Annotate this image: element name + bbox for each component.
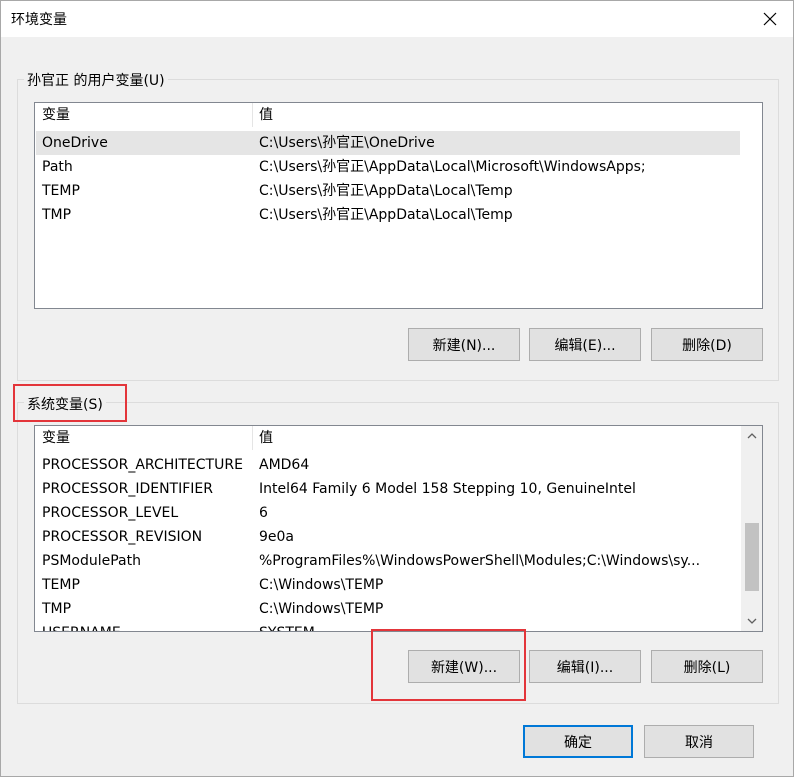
system-row-value: C:\Windows\TEMP: [259, 577, 384, 593]
user-list-header: 变量 值: [35, 103, 762, 127]
system-row[interactable]: TEMP C:\Windows\TEMP: [36, 573, 740, 597]
user-variables-label: 孙官正 的用户变量(U): [24, 70, 168, 90]
system-row-value: 6: [259, 505, 268, 521]
system-row-value: %ProgramFiles%\WindowsPowerShell\Modules…: [259, 553, 701, 569]
system-list-header: 变量 值: [35, 426, 762, 450]
system-row[interactable]: PSModulePath %ProgramFiles%\WindowsPower…: [36, 549, 740, 573]
system-row-name: PROCESSOR_ARCHITECTURE: [42, 457, 243, 473]
scroll-up-button[interactable]: [742, 426, 762, 446]
system-variables-label: 系统变量(S): [24, 394, 106, 414]
user-row[interactable]: TEMP C:\Users\孙官正\AppData\Local\Temp: [36, 179, 740, 203]
user-row[interactable]: Path C:\Users\孙官正\AppData\Local\Microsof…: [36, 155, 740, 179]
user-row-name: TMP: [42, 207, 72, 223]
system-row-value: C:\Windows\TEMP: [259, 601, 384, 617]
user-row[interactable]: OneDrive C:\Users\孙官正\OneDrive: [36, 131, 740, 155]
user-row-name: TEMP: [42, 183, 80, 199]
ok-button[interactable]: 确定: [523, 725, 633, 758]
system-edit-button[interactable]: 编辑(I)...: [529, 650, 641, 683]
system-row[interactable]: PROCESSOR_REVISION 9e0a: [36, 525, 740, 549]
system-list-scrollbar[interactable]: [741, 426, 762, 631]
user-row-value: C:\Users\孙官正\AppData\Local\Microsoft\Win…: [259, 159, 646, 175]
system-delete-button[interactable]: 删除(L): [651, 650, 763, 683]
system-row-value: 9e0a: [259, 529, 295, 545]
title-bar: 环境变量: [1, 1, 793, 37]
scrollbar-thumb[interactable]: [745, 523, 759, 591]
system-column-variable[interactable]: 变量: [36, 426, 70, 450]
user-variables-list[interactable]: 变量 值 OneDrive C:\Users\孙官正\OneDrive Path…: [34, 102, 763, 309]
system-row-value: AMD64: [259, 457, 310, 473]
user-delete-button[interactable]: 删除(D): [651, 328, 763, 361]
system-row-name: PROCESSOR_IDENTIFIER: [42, 481, 213, 497]
system-row-value: Intel64 Family 6 Model 158 Stepping 10, …: [259, 481, 636, 497]
close-button[interactable]: [747, 1, 793, 37]
user-row-value: C:\Users\孙官正\OneDrive: [259, 135, 435, 151]
chevron-up-icon: [747, 433, 757, 439]
system-row-name: PROCESSOR_REVISION: [42, 529, 203, 545]
system-row-value: SYSTEM: [259, 621, 315, 631]
system-row[interactable]: PROCESSOR_LEVEL 6: [36, 501, 740, 525]
environment-variables-dialog: 环境变量 孙官正 的用户变量(U) 变量 值 OneDrive C:\Users…: [0, 0, 794, 777]
system-row-name: TMP: [42, 601, 72, 617]
user-new-button[interactable]: 新建(N)...: [408, 328, 520, 361]
scroll-down-button[interactable]: [742, 611, 762, 631]
system-row-name: PSModulePath: [42, 553, 141, 569]
user-row-value: C:\Users\孙官正\AppData\Local\Temp: [259, 183, 513, 199]
user-edit-button[interactable]: 编辑(E)...: [529, 328, 641, 361]
user-row[interactable]: TMP C:\Users\孙官正\AppData\Local\Temp: [36, 203, 740, 227]
system-row-name: TEMP: [42, 577, 80, 593]
user-row-value: C:\Users\孙官正\AppData\Local\Temp: [259, 207, 513, 223]
system-new-button[interactable]: 新建(W)...: [408, 650, 520, 683]
system-row[interactable]: TMP C:\Windows\TEMP: [36, 597, 740, 621]
chevron-down-icon: [747, 618, 757, 624]
user-row-name: OneDrive: [42, 135, 108, 151]
system-row-name: USERNAME: [42, 621, 121, 631]
user-row-name: Path: [42, 159, 73, 175]
system-row[interactable]: PROCESSOR_ARCHITECTURE AMD64: [36, 453, 740, 477]
user-column-value[interactable]: 值: [253, 103, 273, 127]
user-column-variable[interactable]: 变量: [36, 103, 70, 127]
system-row-name: PROCESSOR_LEVEL: [42, 505, 179, 521]
window-title: 环境变量: [11, 12, 67, 28]
system-row[interactable]: PROCESSOR_IDENTIFIER Intel64 Family 6 Mo…: [36, 477, 740, 501]
system-column-value[interactable]: 值: [253, 426, 273, 450]
system-variables-list[interactable]: 变量 值 PROCESSOR_ARCHITECTURE AMD64 PROCES…: [34, 425, 763, 632]
close-icon: [763, 12, 777, 26]
cancel-button[interactable]: 取消: [644, 725, 754, 758]
system-row[interactable]: USERNAME SYSTEM: [36, 621, 740, 631]
